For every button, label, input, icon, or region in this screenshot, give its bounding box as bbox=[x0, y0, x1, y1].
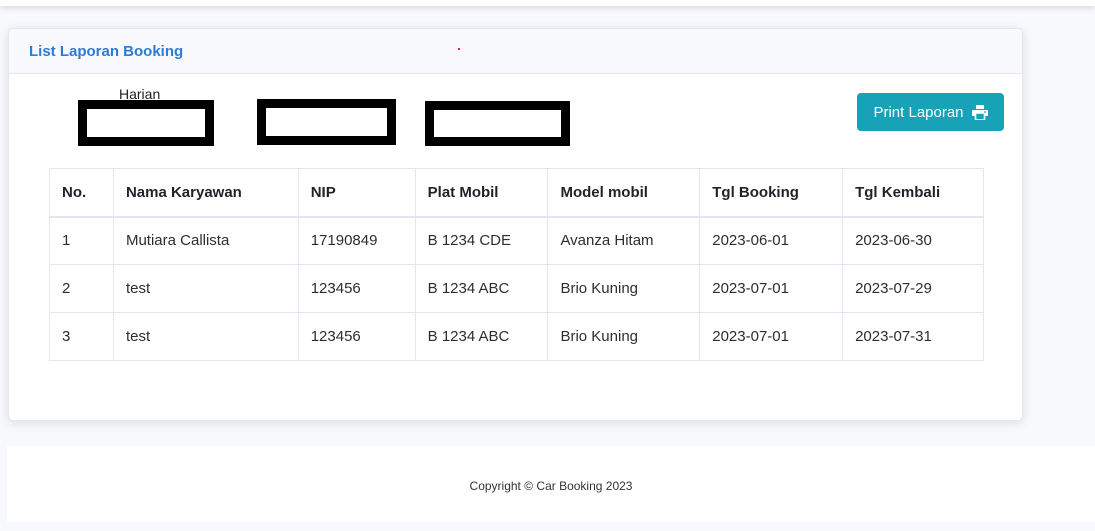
col-header-tgl-kembali: Tgl Kembali bbox=[842, 168, 984, 218]
report-card: List Laporan Booking Harian Print Lapora… bbox=[8, 28, 1023, 421]
table-header-row: No. Nama Karyawan NIP Plat Mobil Model m… bbox=[49, 168, 984, 218]
cell-no: 2 bbox=[49, 264, 114, 313]
cell-tgl-booking: 2023-07-01 bbox=[699, 264, 844, 313]
card-title: List Laporan Booking bbox=[29, 43, 184, 60]
col-header-nama: Nama Karyawan bbox=[112, 168, 299, 218]
col-header-no: No. bbox=[49, 168, 114, 218]
booking-report-table: No. Nama Karyawan NIP Plat Mobil Model m… bbox=[49, 168, 984, 361]
cell-nip: 17190849 bbox=[297, 216, 416, 265]
stray-dot bbox=[458, 48, 460, 50]
footer: Copyright © Car Booking 2023 bbox=[7, 446, 1095, 522]
cell-tgl-booking: 2023-06-01 bbox=[699, 216, 844, 265]
redacted-field-2[interactable] bbox=[257, 99, 396, 145]
col-header-model: Model mobil bbox=[547, 168, 701, 218]
card-header: List Laporan Booking bbox=[9, 29, 1022, 74]
copyright-text: Copyright © Car Booking 2023 bbox=[469, 479, 633, 493]
cell-model: Avanza Hitam bbox=[547, 216, 701, 265]
cell-nama: test bbox=[112, 264, 299, 313]
redacted-field-3[interactable] bbox=[425, 101, 570, 146]
cell-no: 3 bbox=[49, 312, 114, 361]
cell-plat: B 1234 ABC bbox=[414, 264, 549, 313]
cell-no: 1 bbox=[49, 216, 114, 265]
table-row: 3 test 123456 B 1234 ABC Brio Kuning 202… bbox=[49, 312, 984, 361]
topbar bbox=[0, 0, 1095, 6]
cell-model: Brio Kuning bbox=[547, 264, 701, 313]
cell-nip: 123456 bbox=[297, 264, 416, 313]
redacted-field-1[interactable] bbox=[78, 100, 214, 146]
col-header-plat: Plat Mobil bbox=[414, 168, 549, 218]
cell-nip: 123456 bbox=[297, 312, 416, 361]
cell-tgl-kembali: 2023-07-31 bbox=[842, 312, 984, 361]
col-header-nip: NIP bbox=[297, 168, 416, 218]
table-row: 1 Mutiara Callista 17190849 B 1234 CDE A… bbox=[49, 216, 984, 265]
cell-nama: test bbox=[112, 312, 299, 361]
cell-plat: B 1234 CDE bbox=[414, 216, 549, 265]
print-report-label: Print Laporan bbox=[873, 103, 964, 121]
cell-plat: B 1234 ABC bbox=[414, 312, 549, 361]
cell-tgl-kembali: 2023-07-29 bbox=[842, 264, 984, 313]
cell-tgl-kembali: 2023-06-30 bbox=[842, 216, 984, 265]
col-header-tgl-booking: Tgl Booking bbox=[699, 168, 844, 218]
cell-model: Brio Kuning bbox=[547, 312, 701, 361]
cell-tgl-booking: 2023-07-01 bbox=[699, 312, 844, 361]
cell-nama: Mutiara Callista bbox=[112, 216, 299, 265]
print-report-button[interactable]: Print Laporan bbox=[857, 93, 1004, 131]
table-row: 2 test 123456 B 1234 ABC Brio Kuning 202… bbox=[49, 264, 984, 313]
printer-icon bbox=[971, 104, 988, 120]
